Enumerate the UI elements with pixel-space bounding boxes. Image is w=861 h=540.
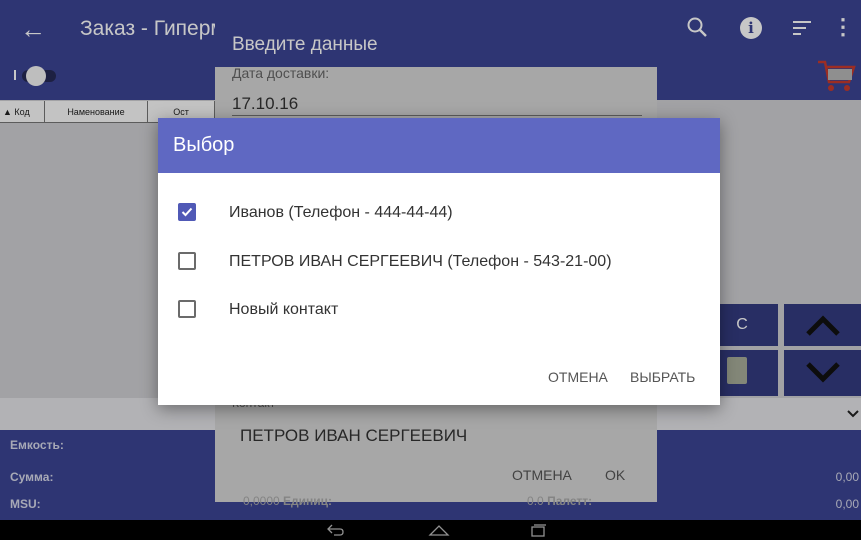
checkbox-unchecked[interactable] bbox=[178, 252, 196, 270]
contact-option-ivanov[interactable]: Иванов (Телефон - 444-44-44) bbox=[178, 198, 698, 226]
checkbox-unchecked[interactable] bbox=[178, 300, 196, 318]
checkbox-checked[interactable] bbox=[178, 203, 196, 221]
contact-option-label: ПЕТРОВ ИВАН СЕРГЕЕВИЧ (Телефон - 543-21-… bbox=[229, 253, 612, 270]
contact-option-label: Иванов (Телефон - 444-44-44) bbox=[229, 204, 453, 221]
choice-cancel-button[interactable]: ОТМЕНА bbox=[548, 369, 608, 385]
choice-select-button[interactable]: ВЫБРАТЬ bbox=[630, 369, 695, 385]
choice-dialog-title: Выбор bbox=[173, 134, 235, 156]
choice-dialog: Выбор Иванов (Телефон - 444-44-44) ПЕТРО… bbox=[158, 118, 720, 405]
checkmark-icon bbox=[181, 207, 193, 217]
contact-option-label: Новый контакт bbox=[229, 301, 339, 318]
contact-option-petrov[interactable]: ПЕТРОВ ИВАН СЕРГЕЕВИЧ (Телефон - 543-21-… bbox=[178, 247, 698, 275]
contact-option-new[interactable]: Новый контакт bbox=[178, 295, 698, 323]
choice-dialog-header: Выбор bbox=[158, 118, 720, 173]
